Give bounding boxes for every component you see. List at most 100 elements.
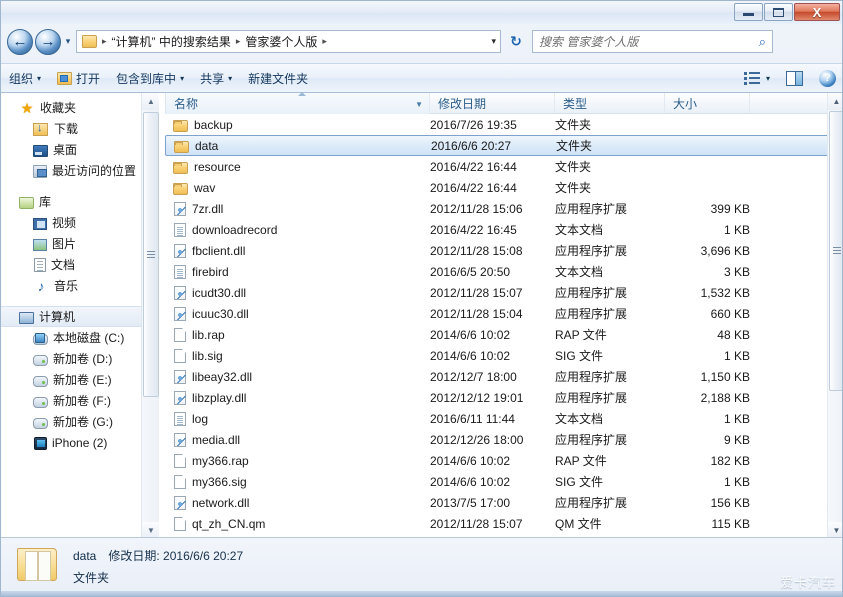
table-row[interactable]: icudt30.dll 2012/11/28 15:07 应用程序扩展 1,532 K… [165, 282, 842, 303]
watermark: 爱卡汽车 [779, 575, 836, 590]
cell-name: libeay32.dll [165, 369, 430, 384]
sidebar-item-2-2[interactable]: 新加卷 (E:) [1, 369, 141, 390]
cell-type: 文件夹 [556, 139, 593, 153]
cell-name: network.dll [165, 495, 430, 510]
cell-date: 2012/11/28 15:08 [430, 243, 523, 258]
share-button[interactable]: 共享 ▾ [192, 67, 240, 89]
table-row[interactable]: lib.rap 2014/6/6 10:02 RAP 文件 48 KB [165, 324, 842, 345]
cell-size: 1 KB [723, 411, 750, 426]
cell-date: 2012/12/7 18:00 [430, 369, 517, 384]
include-in-library-button[interactable]: 包含到库中 ▾ [108, 67, 192, 89]
sidebar-item-2-3[interactable]: 新加卷 (F:) [1, 390, 141, 411]
dll-icon [174, 286, 186, 300]
table-row[interactable]: 7zr.dll 2012/11/28 15:06 应用程序扩展 399 KB [165, 198, 842, 219]
table-row[interactable]: network.dll 2013/7/5 17:00 应用程序扩展 156 KB [165, 492, 842, 513]
help-button[interactable]: ? [811, 67, 842, 89]
column-header-type[interactable]: 类型 [555, 93, 665, 114]
cell-size: 1 KB [723, 474, 750, 489]
close-button[interactable]: X [794, 3, 840, 21]
column-header-date[interactable]: 修改日期 [430, 93, 555, 114]
cell-date: 2016/4/22 16:45 [430, 222, 517, 237]
back-button[interactable]: ← [7, 28, 33, 55]
cell-name: qt_zh_CN.qm [165, 516, 430, 531]
table-row[interactable]: icuuc30.dll 2012/11/28 15:04 应用程序扩展 660 KB [165, 303, 842, 324]
dll-icon [174, 433, 186, 447]
cell-name: libzplay.dll [165, 390, 430, 405]
sidebar-group-2[interactable]: 计算机 [1, 306, 141, 327]
sidebar-group-0[interactable]: ★ 收藏夹 [1, 97, 141, 118]
breadcrumb-item-folder[interactable]: 管家婆个人版 [245, 33, 317, 50]
sidebar-item-2-1[interactable]: 新加卷 (D:) [1, 348, 141, 369]
table-row[interactable]: fbclient.dll 2012/11/28 15:08 应用程序扩展 3,696 … [165, 240, 842, 261]
minimize-button[interactable] [734, 3, 763, 21]
table-row[interactable]: my366.sig 2014/6/6 10:02 SIG 文件 1 KB [165, 471, 842, 492]
scroll-up-icon[interactable]: ▲ [828, 93, 842, 110]
sidebar-item-1-2[interactable]: 文档 [1, 254, 141, 275]
table-row[interactable]: resource 2016/4/22 16:44 文件夹 [165, 156, 842, 177]
sidebar-item-0-1[interactable]: 桌面 [1, 139, 141, 160]
navigation-scrollbar-thumb[interactable] [143, 112, 159, 397]
explorer-window: X ← → ▾ ▸ “计算机” 中的搜索结果 ▸ 管家婆个人版 ▸ ▾ ↻ 搜索… [0, 0, 843, 597]
file-list-scrollbar-thumb[interactable] [829, 111, 842, 391]
sidebar-group-1[interactable]: 库 [1, 191, 141, 212]
navigation-scrollbar[interactable]: ▲ ▼ [141, 93, 160, 539]
sidebar-item-2-0[interactable]: 本地磁盘 (C:) [1, 327, 141, 348]
column-header-size[interactable]: 大小 [665, 93, 750, 114]
table-row[interactable]: firebird 2016/6/5 20:50 文本文档 3 KB [165, 261, 842, 282]
folder-preview-icon [15, 545, 59, 583]
sidebar-item-label: 图片 [52, 237, 77, 251]
text-icon [174, 412, 186, 426]
sidebar-item-0-0[interactable]: 下载 [1, 118, 141, 139]
table-row[interactable]: libeay32.dll 2012/12/7 18:00 应用程序扩展 1,150 K… [165, 366, 842, 387]
table-row[interactable]: lib.sig 2014/6/6 10:02 SIG 文件 1 KB [165, 345, 842, 366]
sidebar-item-2-5[interactable]: iPhone (2) [1, 432, 141, 453]
table-row[interactable]: backup 2016/7/26 19:35 文件夹 [165, 114, 842, 135]
table-row[interactable]: data 2016/6/6 20:27 文件夹 [165, 135, 842, 156]
forward-button[interactable]: → [35, 28, 61, 55]
drive-icon [33, 375, 48, 387]
table-row[interactable]: downloadrecord 2016/4/22 16:45 文本文档 1 KB [165, 219, 842, 240]
cell-name: log [165, 411, 430, 426]
navigation-pane: ★ 收藏夹下载桌面最近访问的位置库视频图片文档 ♪ 音乐计算机本地磁盘 (C:) 新加卷… [1, 93, 141, 539]
table-row[interactable]: wav 2016/4/22 16:44 文件夹 [165, 177, 842, 198]
cell-size: 399 KB [710, 201, 750, 216]
table-row[interactable]: qt_zh_CN.qm 2012/11/28 15:07 QM 文件 115 KB [165, 513, 842, 534]
recent-pages-button[interactable]: ▾ [61, 29, 75, 55]
file-list-scrollbar[interactable]: ▲ ▼ [827, 93, 842, 539]
table-row[interactable]: libzplay.dll 2012/12/12 19:01 应用程序扩展 2,188 … [165, 387, 842, 408]
file-name-label: my366.rap [192, 453, 249, 468]
picture-icon [33, 238, 47, 251]
address-dropdown-button[interactable]: ▾ [491, 31, 496, 52]
sidebar-item-1-1[interactable]: 图片 [1, 233, 141, 254]
star-icon: ★ [20, 99, 34, 116]
preview-pane-button[interactable] [778, 67, 811, 89]
include-library-label: 包含到库中 [116, 71, 177, 86]
address-bar[interactable]: ▸ “计算机” 中的搜索结果 ▸ 管家婆个人版 ▸ ▾ [76, 30, 501, 53]
search-box[interactable]: 搜索 管家婆个人版 ⌕ [532, 30, 773, 53]
change-view-button[interactable]: ▾ [736, 67, 778, 89]
cell-size: 9 KB [723, 432, 750, 447]
drive-icon [33, 396, 48, 408]
sidebar-item-1-3[interactable]: ♪ 音乐 [1, 275, 141, 296]
scroll-up-icon[interactable]: ▲ [142, 93, 160, 110]
column-header-name[interactable]: 名称 ▼ [165, 93, 430, 114]
new-folder-button[interactable]: 新建文件夹 [240, 67, 316, 89]
minimize-icon [743, 13, 754, 16]
sidebar-item-0-2[interactable]: 最近访问的位置 [1, 160, 141, 181]
breadcrumb-item-search-results[interactable]: “计算机” 中的搜索结果 [112, 33, 231, 50]
preview-pane-icon [786, 70, 803, 86]
chevron-down-icon[interactable]: ▼ [415, 100, 423, 109]
title-bar: X [1, 1, 842, 24]
table-row[interactable]: media.dll 2012/12/26 18:00 应用程序扩展 9 KB [165, 429, 842, 450]
table-row[interactable]: log 2016/6/11 11:44 文本文档 1 KB [165, 408, 842, 429]
breadcrumb-separator-icon: ▸ [235, 36, 241, 46]
organize-button[interactable]: 组织 ▾ [1, 67, 49, 89]
cell-name: icuuc30.dll [165, 306, 430, 321]
table-row[interactable]: my366.rap 2014/6/6 10:02 RAP 文件 182 KB [165, 450, 842, 471]
sidebar-item-2-4[interactable]: 新加卷 (G:) [1, 411, 141, 432]
cell-type: 应用程序扩展 [555, 370, 628, 384]
open-button[interactable]: 打开 [49, 67, 108, 89]
sidebar-item-1-0[interactable]: 视频 [1, 212, 141, 233]
refresh-button[interactable]: ↻ [505, 31, 527, 53]
maximize-button[interactable] [764, 3, 793, 21]
